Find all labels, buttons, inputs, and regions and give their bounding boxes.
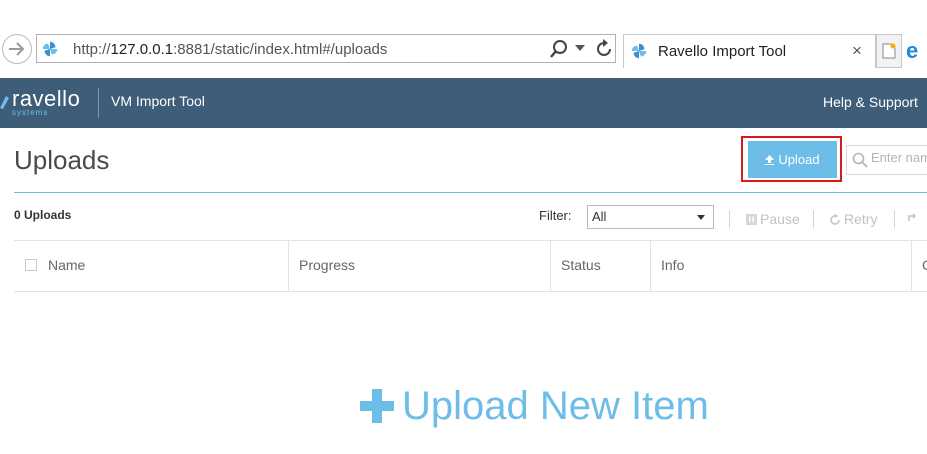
column-divider — [911, 241, 912, 291]
filter-select[interactable]: All — [587, 205, 714, 229]
chevron-down-icon — [697, 215, 705, 220]
internet-explorer-icon[interactable]: e — [906, 38, 927, 62]
back-button[interactable] — [2, 34, 32, 64]
column-header-progress[interactable]: Progress — [299, 241, 355, 291]
ravello-logo[interactable]: ravello systems — [0, 86, 90, 120]
search-field[interactable] — [846, 145, 927, 175]
new-tab-icon — [882, 43, 896, 59]
refresh-icon[interactable] — [593, 38, 615, 60]
table-header: Name Progress Status Info C — [14, 240, 927, 292]
svg-text:e: e — [906, 38, 918, 62]
filter-value: All — [592, 209, 607, 224]
app-title: VM Import Tool — [111, 93, 205, 109]
browser-tab[interactable]: Ravello Import Tool × — [623, 34, 876, 68]
search-input[interactable] — [871, 150, 927, 165]
browser-chrome: http://127.0.0.1:8881/static/index.html#… — [0, 0, 927, 78]
toolbar-divider — [729, 210, 730, 228]
toolbar-divider — [894, 210, 895, 228]
header-divider — [98, 88, 99, 118]
retry-button[interactable]: Retry — [830, 211, 877, 227]
uploads-count: 0 Uploads — [14, 208, 72, 222]
search-icon[interactable] — [549, 39, 569, 59]
pause-label: Pause — [760, 211, 800, 227]
column-divider — [650, 241, 651, 291]
logo-mark-icon — [0, 96, 9, 109]
chevron-down-icon[interactable] — [575, 45, 585, 51]
logo-sub: systems — [12, 108, 49, 117]
pause-button[interactable]: Pause — [746, 211, 800, 227]
upload-button-label: Upload — [778, 152, 820, 167]
close-icon[interactable]: × — [852, 41, 862, 61]
column-header-c[interactable]: C — [922, 241, 927, 291]
tab-title: Ravello Import Tool — [658, 43, 787, 60]
more-action-button[interactable] — [908, 211, 919, 222]
column-divider — [288, 241, 289, 291]
upload-icon — [765, 154, 775, 165]
filter-label: Filter: — [539, 208, 572, 223]
address-bar[interactable]: http://127.0.0.1:8881/static/index.html#… — [36, 34, 616, 63]
search-icon — [852, 152, 868, 168]
retry-icon — [830, 213, 840, 225]
upload-new-item-label: Upload New Item — [402, 383, 709, 428]
action-icon — [908, 213, 916, 221]
upload-new-item-link[interactable]: Upload New Item — [360, 380, 709, 432]
arrow-right-icon — [9, 42, 25, 56]
plus-icon — [360, 389, 394, 423]
select-all-checkbox[interactable] — [25, 259, 37, 271]
column-header-info[interactable]: Info — [661, 241, 684, 291]
url-text: http://127.0.0.1:8881/static/index.html#… — [73, 41, 388, 58]
column-header-name[interactable]: Name — [48, 241, 85, 291]
page-title: Uploads — [14, 145, 110, 175]
new-tab-button[interactable] — [876, 34, 902, 68]
column-header-status[interactable]: Status — [561, 241, 601, 291]
ravello-favicon-icon — [42, 41, 58, 57]
toolbar-divider — [813, 210, 814, 228]
ravello-favicon-icon — [631, 43, 647, 59]
column-divider — [550, 241, 551, 291]
upload-button[interactable]: Upload — [748, 141, 837, 178]
pause-icon — [746, 213, 757, 225]
retry-label: Retry — [844, 211, 878, 227]
help-support-link[interactable]: Help & Support — [823, 94, 918, 110]
header-rule — [14, 192, 927, 193]
